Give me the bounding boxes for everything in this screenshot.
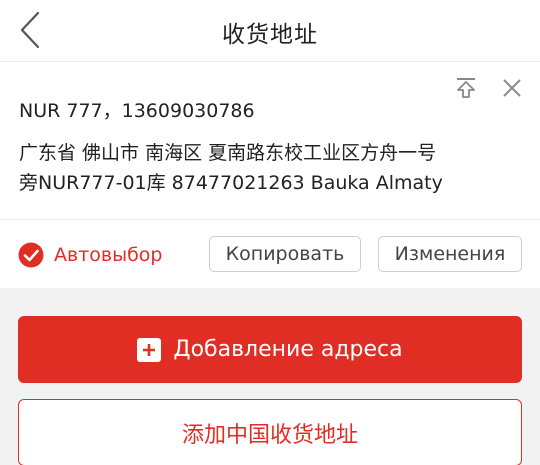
add-china-address-label: 添加中国收货地址 (181, 422, 358, 448)
close-icon (503, 79, 521, 97)
auto-select-label: Автовыбор (54, 244, 163, 266)
plus-square-icon (137, 337, 162, 362)
address-options-row: Автовыбор Копировать Изменения (0, 220, 540, 288)
pin-top-button[interactable] (454, 76, 478, 100)
address-line-1: 广东省 佛山市 南海区 夏南路东校工业区方舟一号 (19, 142, 437, 164)
address-line-2: 旁NUR777-01库 87477021263 Bauka Almaty (19, 172, 443, 194)
page-title: 收货地址 (222, 22, 318, 48)
add-address-button[interactable]: Добавление адреса (18, 316, 522, 383)
recipient-name-phone: NUR 777，13609030786 (19, 100, 255, 122)
header: 收货地址 (0, 0, 540, 62)
add-china-address-button[interactable]: 添加中国收货地址 (18, 399, 522, 465)
page: 收货地址 NUR 777，13609030786 广东省 佛山市 南海区 夏南路… (0, 0, 540, 465)
address-actions (454, 76, 524, 100)
delete-address-button[interactable] (500, 76, 524, 100)
edit-button[interactable]: Изменения (378, 236, 522, 272)
add-address-label: Добавление адреса (173, 337, 403, 362)
auto-select-toggle[interactable]: Автовыбор (18, 242, 163, 268)
check-circle-icon (18, 242, 44, 268)
address-card[interactable]: NUR 777，13609030786 广东省 佛山市 南海区 夏南路东校工业区… (0, 62, 540, 220)
pin-top-icon (457, 78, 475, 98)
copy-button[interactable]: Копировать (209, 236, 361, 272)
address-detail: 广东省 佛山市 南海区 夏南路东校工业区方舟一号 旁NUR777-01库 874… (19, 138, 524, 198)
actions-area: Добавление адреса 添加中国收货地址 (0, 288, 540, 465)
